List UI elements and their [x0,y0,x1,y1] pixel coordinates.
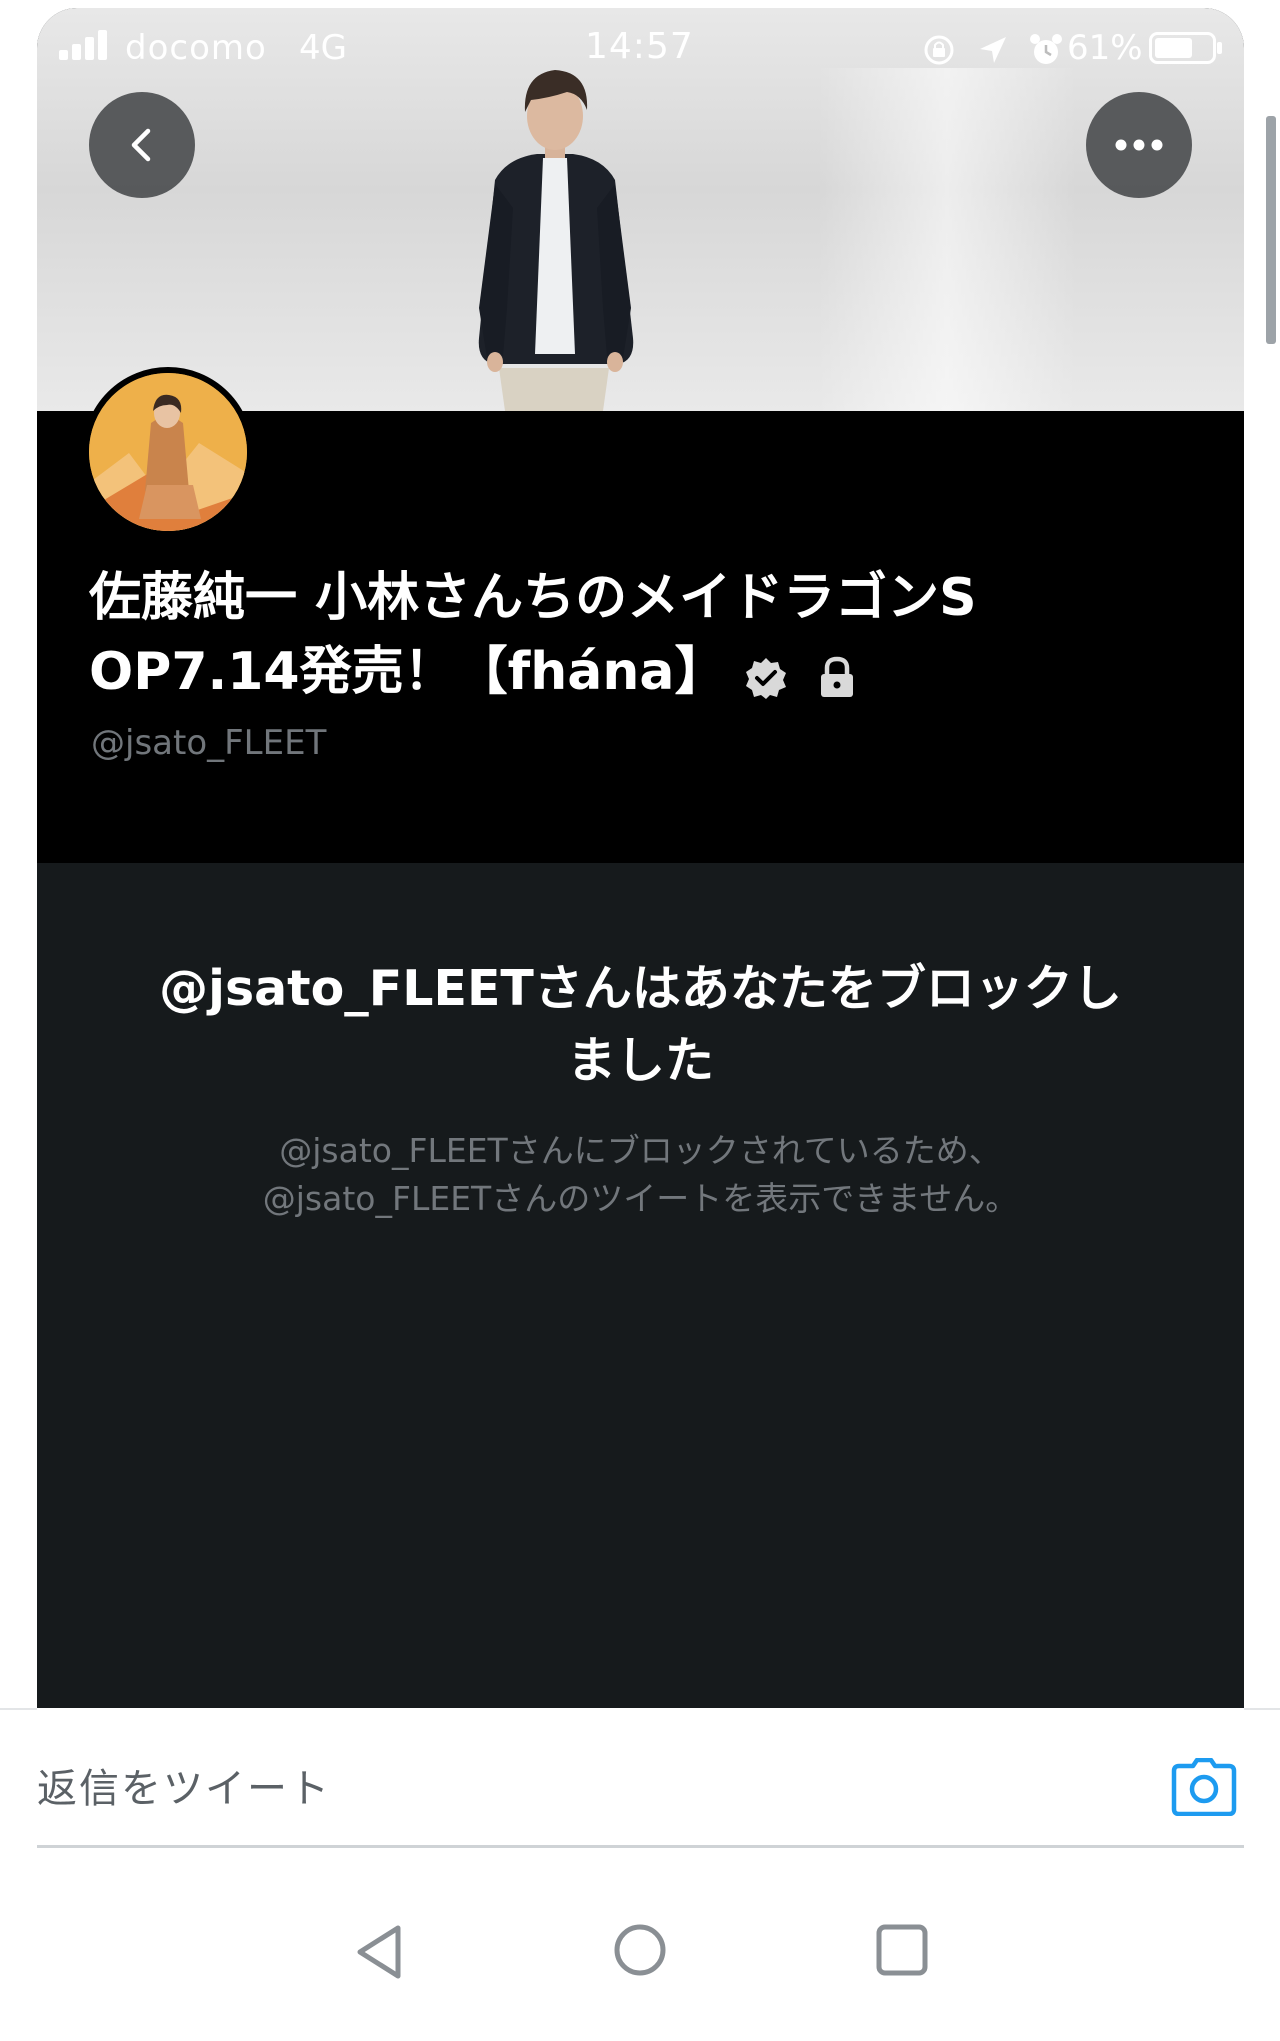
blocked-description-line2: @jsato_FLEETさんのツイートを表示できません。 [262,1179,1019,1218]
nav-back-button[interactable] [352,1922,406,1986]
blocked-title: @jsato_FLEETさんはあなたをブロックしました [159,960,1122,1089]
chevron-left-icon [131,128,151,162]
blocked-description-line1: @jsato_FLEETさんにブロックされているため、 [279,1131,1002,1170]
nav-home-icon [614,1924,666,1976]
location-icon [979,36,1006,63]
battery-percent: 61% [1067,28,1143,68]
badges [744,638,856,712]
profile-banner[interactable]: docomo 4G 14:57 61% [37,8,1244,411]
more-horizontal-icon [1115,139,1163,151]
camera-icon [1171,1757,1237,1817]
nav-recent-icon [876,1924,928,1976]
battery-icon [1149,32,1222,64]
more-options-button[interactable] [1086,92,1192,198]
clock: 14:57 [585,26,694,67]
profile-screen: docomo 4G 14:57 61% 佐藤純一 小林さんちのメイドラゴンS O… [37,8,1244,1708]
screen: docomo 4G 14:57 61% 佐藤純一 小林さんちのメイドラゴンS O… [0,0,1280,2041]
blocked-notice: @jsato_FLEETさんはあなたをブロックしました @jsato_FLEET… [37,863,1244,1708]
status-bar: docomo 4G 14:57 61% [37,8,1244,80]
alarm-icon [1029,33,1062,64]
nav-recent-button[interactable] [874,1922,930,1982]
rotation-lock-icon [924,35,954,64]
nav-back-icon [357,1925,401,1979]
avatar-photo [89,373,247,531]
network-type: 4G [299,28,347,68]
avatar[interactable] [83,367,253,537]
scrollbar[interactable] [1266,116,1276,344]
system-nav-bar [0,1900,1280,2010]
camera-button[interactable] [1171,1757,1237,1820]
back-button[interactable] [89,92,195,198]
signal-icon [59,30,107,60]
reply-input[interactable]: 返信をツイート [37,1756,331,1814]
profile-header: 佐藤純一 小林さんちのメイドラゴンS OP7.14発売！【fhána】 @jsa… [37,367,1244,863]
reply-bar: 返信をツイート [37,1708,1244,1848]
lock-icon [820,656,853,697]
status-icons [921,28,1063,68]
verified-icon [746,658,787,699]
profile-handle: @jsato_FLEET [91,723,327,763]
nav-home-button[interactable] [612,1922,668,1982]
carrier-label: docomo [125,28,267,68]
blocked-description: @jsato_FLEETさんにブロックされているため、 @jsato_FLEET… [141,1127,1141,1223]
display-name: 佐藤純一 小林さんちのメイドラゴンS OP7.14発売！【fhána】 [89,561,1189,712]
